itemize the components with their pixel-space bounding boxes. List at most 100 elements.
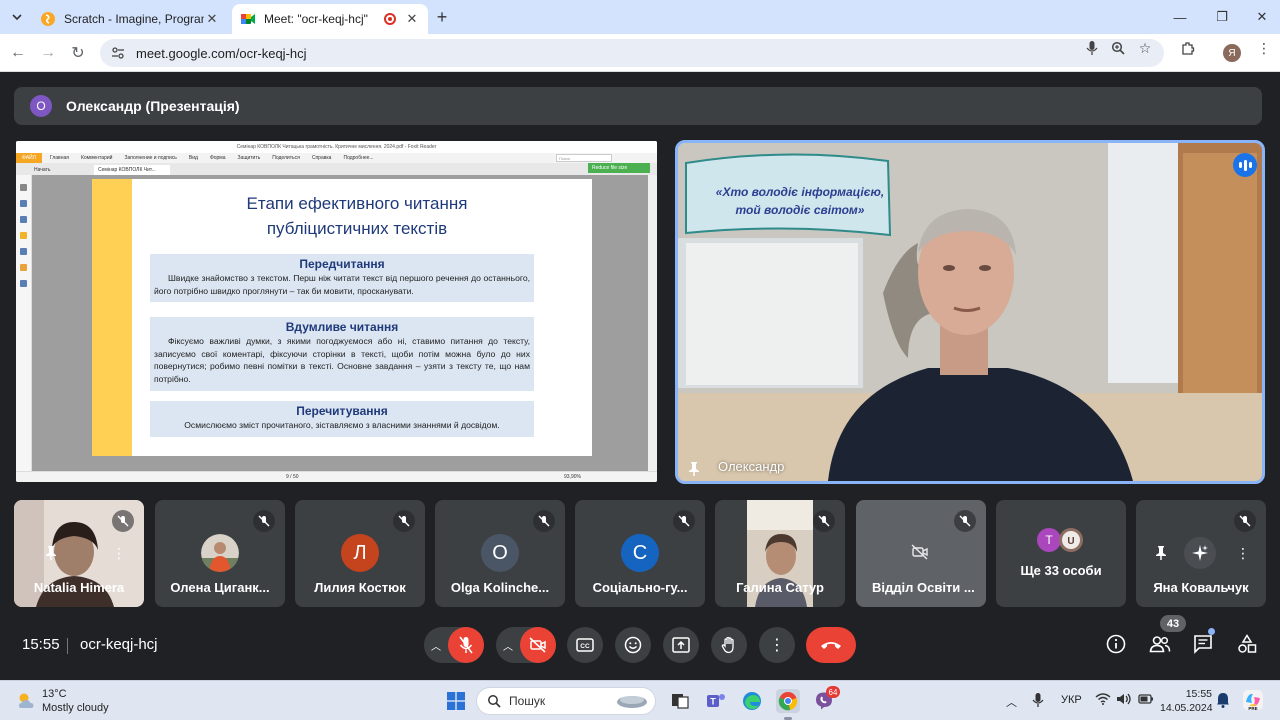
notification-bell-icon[interactable] — [1216, 692, 1230, 711]
reactions-button[interactable] — [615, 627, 651, 663]
show-hidden-icons-chevron-icon[interactable]: ︿ — [1006, 694, 1017, 710]
participant-tile[interactable]: ⋮ Яна Ковальчук — [1136, 500, 1266, 607]
presenter-label: Олександр (Презентація) — [66, 98, 240, 114]
meet-stage: О Олександр (Презентація) Семінар КОВПОЛ… — [0, 72, 1280, 680]
windows-start-icon[interactable] — [444, 689, 468, 713]
speaker-name: Олександр — [718, 459, 785, 474]
new-tab-button[interactable]: + — [432, 7, 452, 27]
speaking-indicator-icon — [1233, 153, 1257, 177]
participant-tile[interactable]: ⋮ Natalia Himera — [14, 500, 144, 607]
volume-icon[interactable] — [1116, 693, 1132, 708]
effects-sparkle-icon[interactable] — [1184, 537, 1216, 569]
participant-avatar: Л — [341, 534, 379, 572]
pdf-ribbon-item: Главная — [49, 155, 69, 161]
participant-tile[interactable]: Л Лилия Костюк — [295, 500, 425, 607]
more-participants-tile[interactable]: T U Ще 33 особи — [996, 500, 1126, 607]
participant-name: Olga Kolinche... — [450, 580, 550, 595]
more-options-button[interactable]: ⋮ — [759, 627, 795, 663]
close-tab-icon[interactable]: ✕ — [404, 11, 420, 27]
partly-cloudy-icon[interactable] — [16, 690, 38, 712]
pdf-tool-icon — [20, 232, 27, 239]
pdf-status-bar: 9 / 50 93,90% — [16, 471, 657, 482]
minimize-icon[interactable]: — — [1170, 8, 1190, 26]
taskbar-search[interactable]: Пошук — [476, 687, 656, 715]
svg-text:CC: CC — [580, 643, 590, 650]
participant-tile[interactable]: Галина Сатур — [715, 500, 845, 607]
restore-icon[interactable]: ❐ — [1212, 8, 1232, 26]
search-icon — [488, 695, 501, 708]
participant-tile[interactable]: O Olga Kolinche... — [435, 500, 565, 607]
teams-icon[interactable]: T — [704, 689, 728, 713]
pdf-window-title: Семінар КОВПОЛК Читацька грамотність. Кр… — [16, 141, 657, 153]
presenter-bar: О Олександр (Презентація) — [14, 87, 1262, 125]
tab-title: Meet: "ocr-keqj-hcj" — [264, 12, 368, 26]
section-text: Фіксуємо важливі думки, з якими погоджує… — [154, 336, 530, 384]
leave-call-button[interactable] — [806, 627, 856, 663]
profile-avatar[interactable]: Я — [1223, 44, 1241, 62]
site-settings-icon[interactable] — [110, 45, 126, 61]
more-options-icon[interactable]: ⋮ — [104, 538, 134, 568]
edge-icon[interactable] — [740, 689, 764, 713]
microphone-icon[interactable] — [1084, 40, 1100, 56]
captions-button[interactable]: CC — [567, 627, 603, 663]
activities-button[interactable] — [1235, 632, 1259, 656]
weather-temperature: 13°C — [42, 688, 67, 700]
address-bar[interactable]: meet.google.com/ocr-keqj-hcj — [100, 39, 1164, 67]
bookmark-star-icon[interactable]: ☆ — [1137, 40, 1153, 56]
weather-description: Mostly cloudy — [42, 702, 109, 714]
chrome-menu-icon[interactable]: ⋮ — [1256, 40, 1272, 56]
task-view-icon[interactable] — [668, 689, 692, 713]
raise-hand-icon — [721, 636, 734, 654]
zoom-icon[interactable] — [1110, 40, 1126, 56]
participant-name: Лилия Костюк — [314, 580, 406, 595]
search-highlight-icon — [617, 696, 647, 708]
more-options-icon[interactable]: ⋮ — [1228, 538, 1258, 568]
camera-off-icon — [911, 544, 929, 565]
pin-icon[interactable] — [1146, 538, 1176, 568]
pdf-ribbon-item: Комментарий — [80, 155, 113, 161]
tab-meet[interactable]: Meet: "ocr-keqj-hcj" ✕ — [232, 4, 428, 34]
pdf-page: Етапи ефективного читання публіцистичних… — [92, 179, 592, 461]
back-arrow-icon[interactable]: ← — [8, 43, 28, 63]
forward-arrow-icon[interactable]: → — [38, 43, 58, 63]
chrome-icon[interactable] — [776, 689, 800, 713]
system-clock[interactable]: 15:55 14.05.2024 — [1160, 687, 1213, 715]
present-button[interactable] — [663, 627, 699, 663]
pin-icon[interactable] — [36, 538, 66, 568]
pdf-tab-document: Семінар КОВПОЛК Чит... — [94, 165, 170, 175]
tray-microphone-icon[interactable] — [1032, 692, 1044, 711]
audio-settings-chevron-icon[interactable]: ︿ — [424, 627, 448, 663]
chat-button[interactable] — [1191, 632, 1215, 656]
people-button[interactable] — [1148, 632, 1172, 656]
copilot-icon[interactable]: PRE — [1242, 689, 1266, 713]
mic-off-button[interactable] — [448, 627, 484, 663]
raise-hand-button[interactable] — [711, 627, 747, 663]
reload-icon[interactable]: ↻ — [68, 43, 88, 63]
meeting-clock: 15:55 — [22, 636, 60, 653]
shared-screen[interactable]: Семінар КОВПОЛК Читацька грамотність. Кр… — [16, 141, 657, 482]
pdf-ribbon-item: Форма — [209, 155, 226, 161]
input-language[interactable]: УКР — [1061, 694, 1082, 706]
participant-tile[interactable]: Олена Циганк... — [155, 500, 285, 607]
active-speaker-tile[interactable]: «Хто володіє інформацією, той володіє св… — [675, 140, 1265, 484]
pdf-zoom-level: 93,90% — [564, 474, 581, 480]
system-time: 15:55 — [1185, 688, 1212, 700]
participant-tile[interactable]: C Соціально-гу... — [575, 500, 705, 607]
video-settings-chevron-icon[interactable]: ︿ — [496, 627, 520, 663]
scratch-favicon-icon — [41, 12, 55, 26]
tab-scratch[interactable]: Scratch - Imagine, Program, Sh ✕ — [32, 4, 228, 34]
pdf-tool-icon — [20, 184, 27, 191]
unread-chat-dot — [1208, 628, 1215, 635]
meeting-details-button[interactable] — [1104, 632, 1128, 656]
camera-off-button[interactable] — [520, 627, 556, 663]
battery-icon[interactable] — [1138, 693, 1154, 708]
chevron-down-icon — [12, 14, 22, 21]
close-tab-icon[interactable]: ✕ — [204, 11, 220, 27]
wifi-icon[interactable] — [1095, 693, 1111, 708]
participant-tile[interactable]: Відділ Освіти ... — [856, 500, 986, 607]
pdf-tool-icon — [20, 264, 27, 271]
tab-search-button[interactable] — [6, 6, 28, 28]
end-call-icon — [821, 642, 841, 649]
close-window-icon[interactable]: ✕ — [1252, 8, 1272, 26]
extensions-icon[interactable] — [1180, 40, 1196, 56]
